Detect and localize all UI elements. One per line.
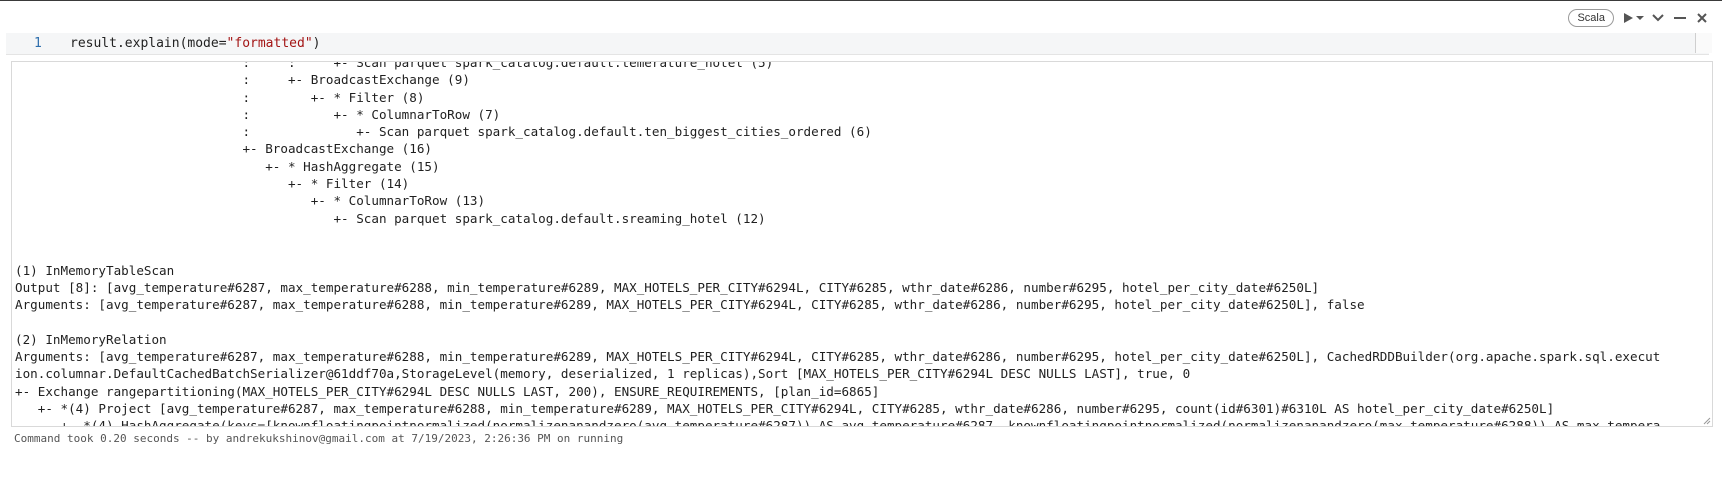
output-line: (1) InMemoryTableScan bbox=[15, 262, 175, 278]
top-border bbox=[0, 0, 1722, 1]
output-line: (2) InMemoryRelation bbox=[15, 331, 167, 347]
output-line: Arguments: [avg_temperature#6287, max_te… bbox=[15, 297, 1365, 313]
output-line: +- Exchange rangepartitioning(MAX_HOTELS… bbox=[15, 383, 880, 399]
explain-output: : : +- Scan parquet spark_catalog.defaul… bbox=[15, 61, 1661, 427]
resize-handle-icon[interactable] bbox=[1703, 417, 1711, 425]
cell-output[interactable]: : : +- Scan parquet spark_catalog.defaul… bbox=[11, 61, 1713, 427]
language-badge[interactable]: Scala bbox=[1568, 9, 1614, 27]
minimize-icon[interactable] bbox=[1672, 10, 1688, 26]
output-line: : +- * ColumnarToRow (7) bbox=[15, 106, 501, 122]
output-line: Arguments: [avg_temperature#6287, max_te… bbox=[15, 349, 1661, 365]
output-line: +- *(4) Project [avg_temperature#6287, m… bbox=[15, 400, 1555, 416]
output-line: +- BroadcastExchange (16) bbox=[15, 141, 433, 157]
output-line: : +- Scan parquet spark_catalog.default.… bbox=[15, 124, 872, 140]
close-icon[interactable] bbox=[1694, 10, 1710, 26]
output-line: +- * HashAggregate (15) bbox=[15, 158, 440, 174]
code-line[interactable]: result.explain(mode="formatted") bbox=[70, 36, 320, 51]
output-line: ion.columnar.DefaultCachedBatchSerialize… bbox=[15, 366, 1191, 382]
output-line: : +- * Filter (8) bbox=[15, 89, 425, 105]
command-status: Command took 0.20 seconds -- by andrekuk… bbox=[14, 432, 624, 445]
output-line: : : +- Scan parquet spark_catalog.defaul… bbox=[15, 61, 774, 70]
code-editor[interactable]: 1 result.explain(mode="formatted") bbox=[6, 33, 1712, 55]
run-icon[interactable] bbox=[1620, 10, 1636, 26]
code-call: result.explain(mode= bbox=[70, 36, 227, 51]
line-number: 1 bbox=[34, 36, 42, 51]
code-close-paren: ) bbox=[312, 36, 321, 51]
collapse-chevron-icon[interactable] bbox=[1650, 10, 1666, 26]
editor-scrollbar[interactable] bbox=[1695, 33, 1712, 53]
output-line: +- * ColumnarToRow (13) bbox=[15, 193, 486, 209]
output-line: Output [8]: [avg_temperature#6287, max_t… bbox=[15, 279, 1320, 295]
cell-toolbar: Scala bbox=[1568, 8, 1710, 28]
output-line: +- *(4) HashAggregate(keys=[knownfloatin… bbox=[15, 418, 1661, 427]
run-dropdown-icon[interactable] bbox=[1636, 10, 1644, 26]
output-line: +- * Filter (14) bbox=[15, 176, 410, 192]
output-line: +- Scan parquet spark_catalog.default.sr… bbox=[15, 210, 766, 226]
code-string-literal: "formatted" bbox=[226, 36, 313, 51]
output-line: : +- BroadcastExchange (9) bbox=[15, 72, 470, 88]
